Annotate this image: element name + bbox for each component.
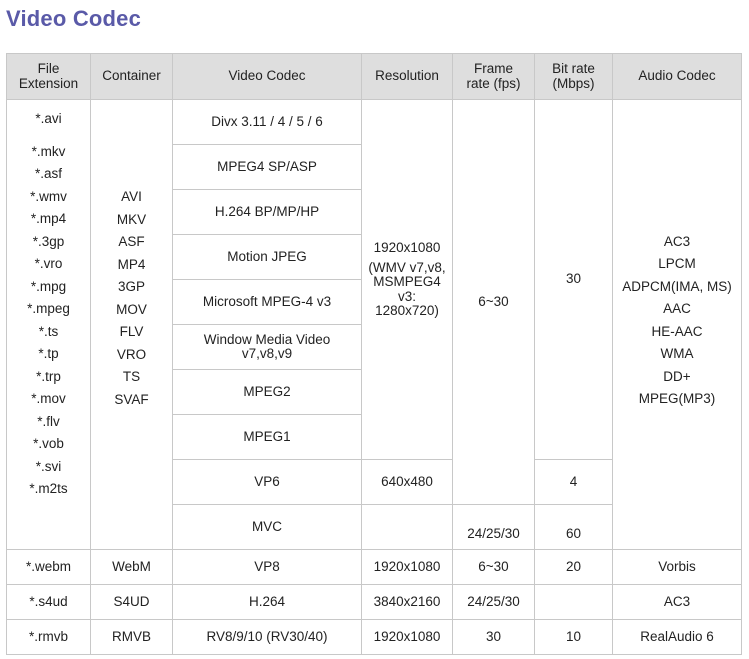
bit-rate-cell: 10	[534, 619, 613, 655]
container-item: 3GP	[117, 279, 145, 294]
extension-item: *.mpg	[30, 278, 67, 294]
bit-rate-cell: 20	[534, 549, 613, 585]
container-cell: WebM	[90, 549, 173, 585]
ext-cell: *.rmvb	[6, 619, 91, 655]
resolution-cell: 1920x1080	[361, 619, 453, 655]
frame-rate-cell: 6~30	[452, 549, 535, 585]
container-cell: S4UD	[90, 584, 173, 620]
header-frame-rate: Frame rate (fps)	[452, 53, 535, 100]
main-frame-rate: 6~30	[452, 99, 535, 505]
resolution-cell: 1920x1080	[361, 549, 453, 585]
codec-cell: Divx 3.11 / 4 / 5 / 6	[172, 99, 362, 145]
audio-item: DD+	[663, 368, 691, 384]
audio-cell: Vorbis	[612, 549, 742, 585]
extension-item: *.flv	[37, 413, 60, 429]
audio-item: LPCM	[658, 256, 696, 271]
audio-item: ADPCM(IMA, MS)	[622, 278, 732, 294]
codec-cell: VP8	[172, 549, 362, 585]
ext-cell: *.s4ud	[6, 584, 91, 620]
audio-item: AC3	[663, 233, 691, 249]
header-bit-rate: Bit rate (Mbps)	[534, 53, 613, 100]
extension-item: *.vob	[33, 436, 64, 451]
header-audio-codec: Audio Codec	[612, 53, 742, 100]
page-title: Video Codec	[6, 6, 142, 31]
extension-item: *.mpeg	[27, 301, 70, 316]
codec-cell: RV8/9/10 (RV30/40)	[172, 619, 362, 655]
container-cell: RMVB	[90, 619, 173, 655]
audio-item: MPEG(MP3)	[638, 391, 716, 406]
codec-cell: Microsoft MPEG-4 v3	[172, 279, 362, 325]
codec-cell: Motion JPEG	[172, 234, 362, 280]
header-row: File Extension Container Video Codec Res…	[6, 53, 742, 100]
mvc-frame-rate: 24/25/30	[452, 504, 535, 550]
audio-item: AAC	[663, 301, 691, 316]
container-item: FLV	[119, 324, 144, 339]
extension-item: *.asf	[34, 166, 62, 181]
codec-cell: Window Media Video v7,v8,v9	[172, 324, 362, 370]
header-file-extension: File Extension	[6, 53, 91, 100]
vp6-resolution: 640x480	[361, 459, 453, 505]
container-item: VRO	[116, 346, 147, 362]
frame-rate-cell: 30	[452, 619, 535, 655]
table-row: *.webm WebM VP8 1920x1080 6~30 20 Vorbis	[6, 549, 742, 585]
extension-item: *.tp	[38, 346, 59, 361]
extension-item: *.3gp	[32, 233, 65, 249]
extension-item: *.mp4	[30, 211, 67, 226]
bit-rate-cell	[534, 584, 613, 620]
extension-item: *.wmv	[30, 188, 67, 204]
container-item: SVAF	[114, 391, 149, 407]
codec-cell-vp6: VP6	[172, 459, 362, 505]
header-video-codec: Video Codec	[172, 53, 362, 100]
container-item: MP4	[117, 256, 146, 272]
main-extension-list: *.avi *.mkv *.asf *.wmv *.mp4 *.3gp *.vr…	[6, 99, 91, 550]
codec-cell-mvc: MVC	[172, 504, 362, 550]
main-bit-rate: 30	[534, 99, 613, 460]
video-codec-table: File Extension Container Video Codec Res…	[6, 53, 742, 655]
container-item: MKV	[116, 211, 147, 227]
codec-cell: MPEG1	[172, 414, 362, 460]
extension-item: *.svi	[35, 458, 62, 474]
audio-cell: AC3	[612, 584, 742, 620]
table-row: *.s4ud S4UD H.264 3840x2160 24/25/30 AC3	[6, 584, 742, 620]
header-resolution: Resolution	[361, 53, 453, 100]
extension-item: *.vro	[34, 256, 63, 271]
extension-item: *.m2ts	[29, 481, 68, 496]
extension-item: *.mov	[31, 391, 66, 406]
codec-cell: H.264	[172, 584, 362, 620]
extension-item: *.mkv	[31, 143, 66, 159]
main-container-list: AVI MKV ASF MP4 3GP MOV FLV VRO TS SVAF	[90, 99, 173, 550]
extension-item: *.ts	[38, 323, 59, 339]
mvc-resolution	[361, 504, 453, 550]
vp6-bit-rate: 4	[534, 459, 613, 505]
header-container: Container	[90, 53, 173, 100]
frame-rate-cell: 24/25/30	[452, 584, 535, 620]
codec-cell: MPEG2	[172, 369, 362, 415]
main-audio-list: AC3 LPCM ADPCM(IMA, MS) AAC HE-AAC WMA D…	[612, 99, 742, 550]
extension-item: *.avi	[35, 111, 62, 126]
table-row: *.rmvb RMVB RV8/9/10 (RV30/40) 1920x1080…	[6, 619, 742, 655]
table-row: *.avi *.mkv *.asf *.wmv *.mp4 *.3gp *.vr…	[6, 99, 742, 550]
mvc-bit-rate: 60	[534, 504, 613, 550]
container-item: AVI	[121, 189, 142, 204]
audio-cell: RealAudio 6	[612, 619, 742, 655]
audio-item: WMA	[660, 346, 694, 361]
main-resolution: 1920x1080 (WMV v7,v8, MSMPEG4 v3: 1280x7…	[361, 99, 453, 460]
extension-item: *.trp	[36, 368, 61, 384]
container-item: ASF	[118, 234, 145, 249]
container-item: TS	[122, 369, 141, 384]
container-item: MOV	[116, 301, 147, 317]
resolution-cell: 3840x2160	[361, 584, 453, 620]
audio-item: HE-AAC	[651, 323, 703, 339]
ext-cell: *.webm	[6, 549, 91, 585]
codec-cell: MPEG4 SP/ASP	[172, 144, 362, 190]
codec-cell: H.264 BP/MP/HP	[172, 189, 362, 235]
